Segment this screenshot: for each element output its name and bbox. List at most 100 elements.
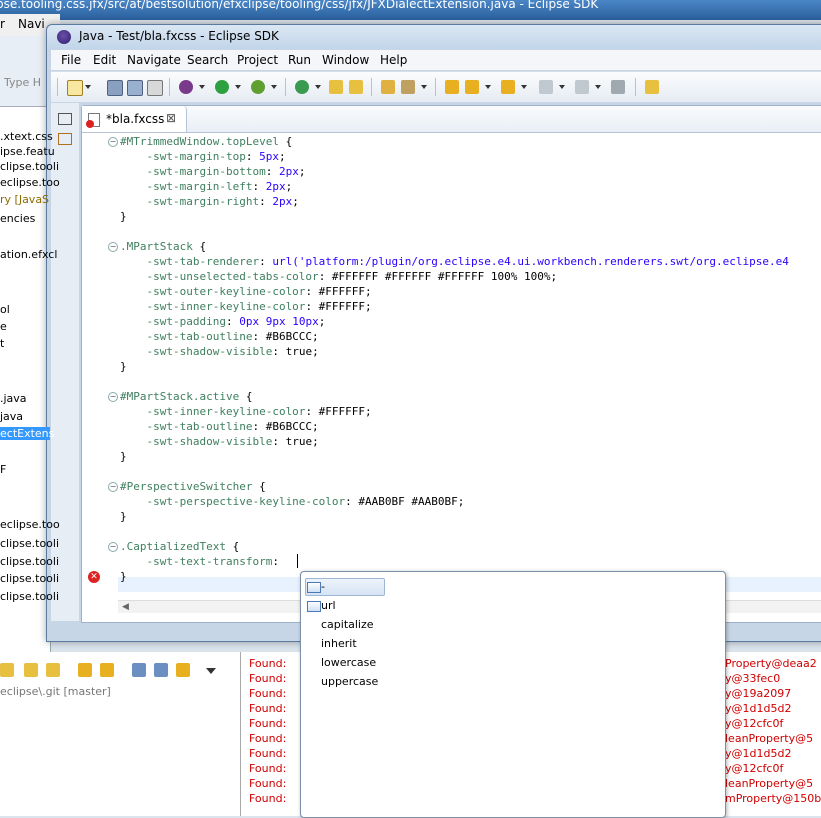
chevron-down-icon[interactable] [595,85,601,89]
external-tools-icon[interactable] [251,80,265,94]
code-line: -swt-inner-keyline-color: #FFFFFF; [120,299,371,314]
package-explorer-item[interactable]: ation.efxcl [0,248,57,261]
chevron-down-icon[interactable] [421,85,427,89]
fold-marker-icon[interactable]: − [108,542,118,552]
fold-marker-icon[interactable]: − [108,137,118,147]
chevron-down-icon[interactable] [206,668,216,674]
proposal-item[interactable]: capitalize [321,618,374,631]
package-explorer-item[interactable]: ol [0,303,10,316]
pen-icon[interactable] [645,80,659,94]
previous-annotation-icon[interactable] [501,80,515,94]
git-repo-label: eclipse\.git [master] [0,685,111,698]
sync-icon[interactable] [78,663,92,677]
print-icon[interactable] [147,80,163,96]
proposal-item[interactable]: uppercase [321,675,378,688]
last-edit-icon[interactable] [445,80,459,94]
scroll-left-icon[interactable]: ◀ [122,602,129,612]
git-icon[interactable] [24,663,38,677]
menu-help[interactable]: Help [380,53,407,67]
list-icon [307,601,321,612]
run-icon[interactable] [215,80,229,94]
fold-marker-icon[interactable]: − [108,242,118,252]
package-explorer-item[interactable]: clipse.tooli [0,555,59,568]
fold-marker-icon[interactable]: − [108,482,118,492]
menu-edit[interactable]: Edit [93,53,116,67]
package-explorer-item[interactable]: t [0,337,4,350]
package-explorer-item[interactable]: .xtext.css [0,130,53,143]
package-explorer-item[interactable]: clipse.tooli [0,590,59,603]
pin-editor-icon[interactable] [611,80,625,94]
package-explorer-item[interactable]: java [0,410,23,423]
next-annotation-icon[interactable] [465,80,479,94]
menu-window[interactable]: Window [322,53,369,67]
chevron-down-icon[interactable] [271,85,277,89]
code-line: -swt-inner-keyline-color: #FFFFFF; [120,404,371,419]
chevron-down-icon[interactable] [235,85,241,89]
proposal-item[interactable]: inherit [321,637,357,650]
code-line: .CaptializedText { [120,539,239,554]
proposal-item[interactable]: - [321,580,325,593]
content-assist-popup[interactable]: - url capitalize inherit lowercase uppercase [300,571,726,818]
eclipse-window: Java - Test/bla.fxcss - Eclipse SDK File… [46,24,821,642]
proposal-item[interactable]: url [321,599,336,612]
menu-navigate[interactable]: Navigate [127,53,181,67]
package-explorer-item[interactable]: ry [JavaS [0,193,49,206]
chevron-down-icon[interactable] [521,85,527,89]
chevron-down-icon[interactable] [315,85,321,89]
new-java-class-icon[interactable] [295,80,309,94]
link-icon[interactable] [176,663,190,677]
chevron-down-icon[interactable] [485,85,491,89]
git-icon[interactable] [46,663,60,677]
sync-icon[interactable] [100,663,114,677]
git-icon[interactable] [0,663,14,677]
chevron-down-icon[interactable] [199,85,205,89]
package-explorer-item[interactable]: e [0,320,7,333]
bg-menu-item[interactable]: Navi [18,17,45,31]
css-punct: : [225,315,240,328]
back-icon[interactable] [539,80,553,94]
close-icon[interactable]: ⊠ [166,111,176,125]
code-editor[interactable]: − #MTrimmedWindow.topLevel { -swt-margin-… [82,134,821,610]
collapse-icon[interactable] [132,663,146,677]
restore-icon[interactable] [58,113,72,125]
menu-file[interactable]: File [61,53,81,67]
expand-icon[interactable] [154,663,168,677]
menu-run[interactable]: Run [288,53,311,67]
outline-icon[interactable] [58,133,72,145]
error-icon[interactable]: ✕ [88,571,100,583]
package-explorer-item[interactable]: eclipse.too [0,518,60,531]
chevron-down-icon[interactable] [85,85,91,89]
package-explorer-item[interactable]: clipse.tooli [0,537,59,550]
package-explorer-item[interactable]: clipse.tooli [0,572,59,585]
css-brace: { [252,480,266,493]
proposal-item[interactable]: lowercase [321,656,376,669]
open-type-icon[interactable] [381,80,395,94]
search-icon[interactable] [401,80,415,94]
code-line: -swt-margin-right: 2px; [120,194,298,209]
package-explorer-item[interactable]: clipse.tooli [0,160,59,173]
package-explorer-item[interactable]: F [0,463,6,476]
save-all-icon[interactable] [127,80,143,96]
code-line: #MPartStack.active { [120,389,252,404]
package-explorer-item[interactable]: .java [0,392,27,405]
debug-icon[interactable] [179,80,193,94]
chevron-down-icon[interactable] [559,85,565,89]
package-explorer-item[interactable]: ectExtens [0,427,54,440]
new-package-icon[interactable] [329,80,343,94]
console-line-prefix: Found: [249,717,287,730]
filter-input[interactable]: Type H [4,76,41,89]
menu-search[interactable]: Search [187,53,228,67]
forward-icon[interactable] [575,80,589,94]
package-explorer-item[interactable]: ipse.featu [0,145,55,158]
console-line-value: y@19a2097 [725,687,792,700]
menu-project[interactable]: Project [237,53,278,67]
new-folder-icon[interactable] [349,80,363,94]
fold-marker-icon[interactable]: − [108,392,118,402]
bg-menu-item[interactable]: r [0,17,5,31]
save-icon[interactable] [107,80,123,96]
css-property: -swt-margin-top [120,150,246,163]
new-icon[interactable] [67,80,83,96]
editor-tab[interactable]: *bla.fxcss ⊠ [82,106,187,132]
package-explorer-item[interactable]: eclipse.too [0,176,60,189]
package-explorer-item[interactable]: encies [0,212,35,225]
